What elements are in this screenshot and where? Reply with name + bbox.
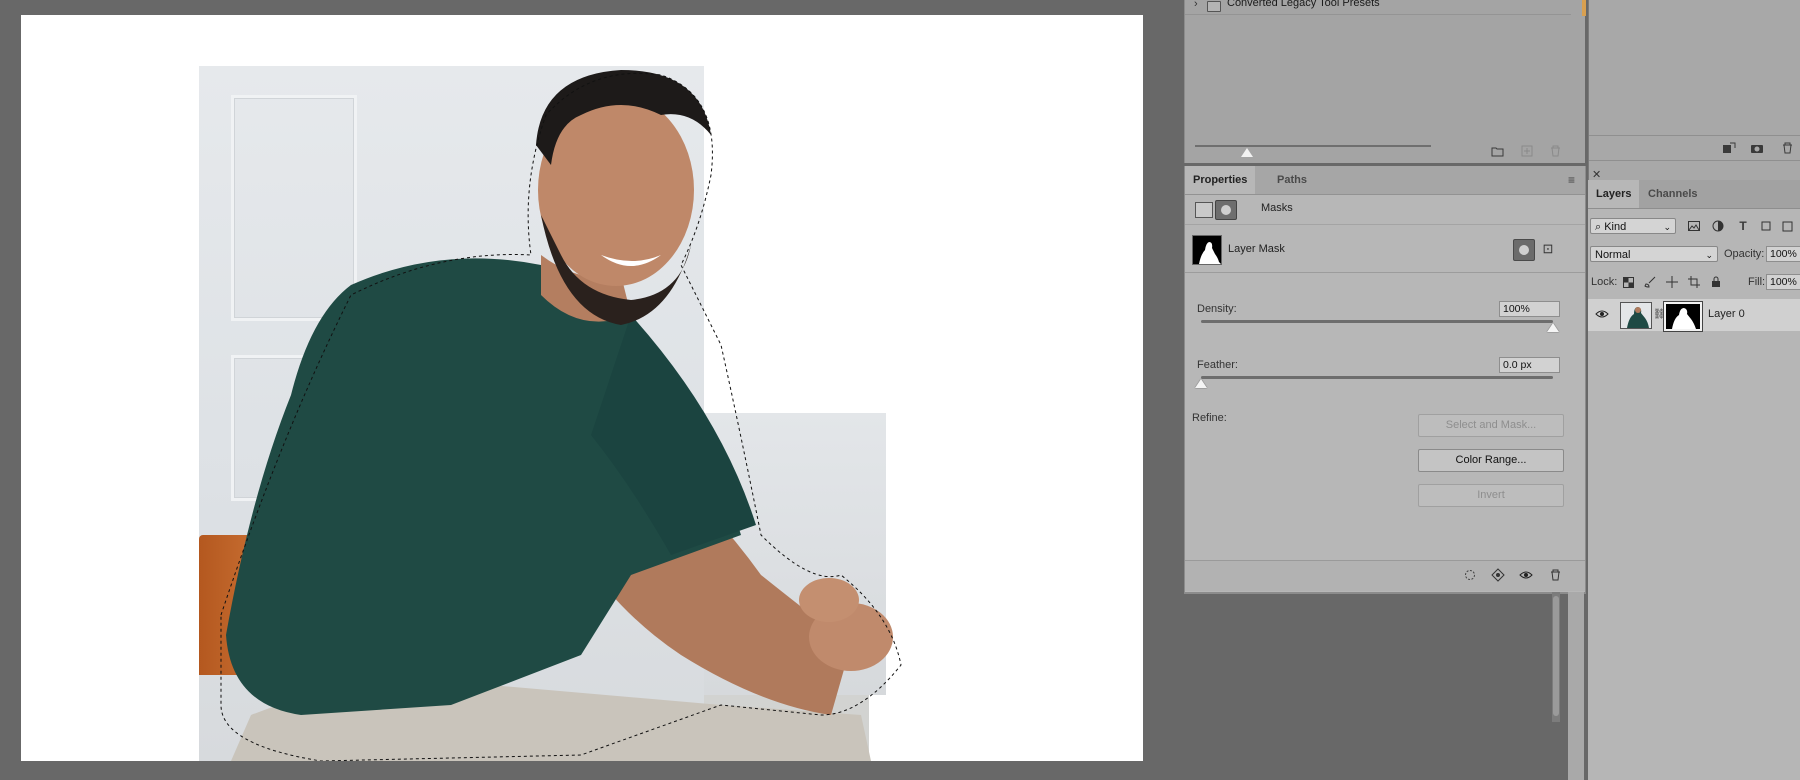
layer-mask-label: Layer Mask xyxy=(1228,243,1285,255)
properties-panel: Properties Paths ≡ Masks Layer Mask ⊡ De… xyxy=(1184,166,1586,594)
hamburger-icon[interactable]: ≡ xyxy=(1568,174,1580,186)
preset-size-slider-track[interactable] xyxy=(1195,145,1431,147)
density-field[interactable]: 100% xyxy=(1499,301,1560,317)
mask-icon[interactable] xyxy=(1215,200,1237,220)
fill-label: Fill: xyxy=(1748,276,1766,288)
tool-presets-panel: › Converted Legacy Tool Presets xyxy=(1184,0,1585,163)
brush-icon[interactable] xyxy=(1642,274,1658,290)
history-toolbar xyxy=(1589,135,1800,161)
lock-label: Lock: xyxy=(1591,276,1618,288)
fill-field[interactable]: 100% xyxy=(1766,274,1800,290)
document-canvas[interactable] xyxy=(21,15,1143,761)
document-scrollbar-thumb[interactable] xyxy=(1553,596,1559,716)
invert-button[interactable]: Invert xyxy=(1418,484,1564,507)
blend-mode-value: Normal xyxy=(1595,249,1631,261)
opacity-label: Opacity: xyxy=(1724,248,1765,260)
camera-icon[interactable] xyxy=(1749,140,1765,156)
density-slider-track[interactable] xyxy=(1201,320,1553,323)
preset-folder-label: Converted Legacy Tool Presets xyxy=(1227,0,1380,9)
preset-folder-row[interactable]: › Converted Legacy Tool Presets xyxy=(1185,0,1571,15)
type-filter-icon[interactable]: T xyxy=(1735,218,1751,234)
add-vector-mask-icon[interactable]: ⊡ xyxy=(1538,239,1558,259)
preset-size-slider-thumb[interactable] xyxy=(1241,148,1253,157)
color-range-button[interactable]: Color Range... xyxy=(1418,449,1564,472)
tab-paths[interactable]: Paths xyxy=(1269,166,1315,194)
layer-mask-thumbnail[interactable] xyxy=(1663,301,1703,332)
chevron-down-icon: ⌄ xyxy=(1663,222,1671,232)
folder-icon[interactable] xyxy=(1489,143,1505,159)
layer-mask-row: Layer Mask ⊡ xyxy=(1185,226,1585,273)
tab-channels[interactable]: Channels xyxy=(1640,180,1706,208)
masks-label: Masks xyxy=(1261,202,1293,214)
feather-slider-thumb[interactable] xyxy=(1195,379,1207,388)
shape-filter-icon[interactable] xyxy=(1758,218,1774,234)
trash-icon[interactable] xyxy=(1779,140,1795,156)
refine-label: Refine: xyxy=(1192,412,1227,424)
smart-object-filter-icon[interactable] xyxy=(1780,218,1796,234)
chevron-down-icon: ⌄ xyxy=(1705,250,1713,260)
chevron-right-icon[interactable]: › xyxy=(1194,0,1198,10)
kind-label: Kind xyxy=(1604,221,1627,233)
adjustment-filter-icon[interactable] xyxy=(1710,218,1726,234)
new-document-from-state-icon[interactable] xyxy=(1721,140,1737,156)
eye-icon[interactable] xyxy=(1518,567,1534,583)
layers-panel xyxy=(1588,209,1800,780)
lock-transparent-pixels-icon[interactable] xyxy=(1620,274,1636,290)
image-filter-icon[interactable] xyxy=(1686,218,1702,234)
apply-mask-icon[interactable] xyxy=(1490,567,1506,583)
tab-layers[interactable]: Layers xyxy=(1588,180,1640,208)
trash-icon[interactable] xyxy=(1547,567,1563,583)
layer-mask-thumbnail xyxy=(1192,235,1222,265)
folder-icon xyxy=(1207,1,1221,12)
feather-field[interactable]: 0.0 px xyxy=(1499,357,1560,373)
select-and-mask-button[interactable]: Select and Mask... xyxy=(1418,414,1564,437)
load-selection-icon[interactable] xyxy=(1462,567,1478,583)
search-icon: ⌕ xyxy=(1595,221,1605,233)
preset-scrollbar[interactable] xyxy=(1582,0,1586,16)
person-image xyxy=(220,70,902,761)
properties-footer xyxy=(1185,560,1585,591)
layer-name[interactable]: Layer 0 xyxy=(1708,308,1745,320)
layers-tabbar: Layers Channels xyxy=(1588,180,1800,209)
lock-icon[interactable] xyxy=(1708,274,1724,290)
layer-filter-kind-select[interactable]: ⌕ Kind ⌄ xyxy=(1590,218,1676,234)
new-preset-icon[interactable] xyxy=(1519,143,1535,159)
eye-icon[interactable] xyxy=(1595,308,1609,322)
move-icon[interactable] xyxy=(1664,274,1680,290)
properties-tabbar: Properties Paths ≡ xyxy=(1185,166,1585,195)
feather-label: Feather: xyxy=(1197,359,1238,371)
blend-mode-select[interactable]: Normal ⌄ xyxy=(1590,246,1718,262)
feather-slider-track[interactable] xyxy=(1201,376,1553,379)
opacity-field[interactable]: 100% xyxy=(1766,246,1800,262)
panel-edge xyxy=(1568,592,1584,780)
select-pixel-mask-button[interactable] xyxy=(1513,239,1535,261)
trash-icon[interactable] xyxy=(1547,143,1563,159)
density-label: Density: xyxy=(1197,303,1237,315)
masks-header-row: Masks xyxy=(1185,194,1585,225)
tab-properties[interactable]: Properties xyxy=(1185,166,1256,194)
image-icon[interactable] xyxy=(1195,202,1213,218)
layer-thumbnail[interactable] xyxy=(1620,302,1652,329)
density-slider-thumb[interactable] xyxy=(1547,323,1559,332)
crop-icon[interactable] xyxy=(1686,274,1702,290)
